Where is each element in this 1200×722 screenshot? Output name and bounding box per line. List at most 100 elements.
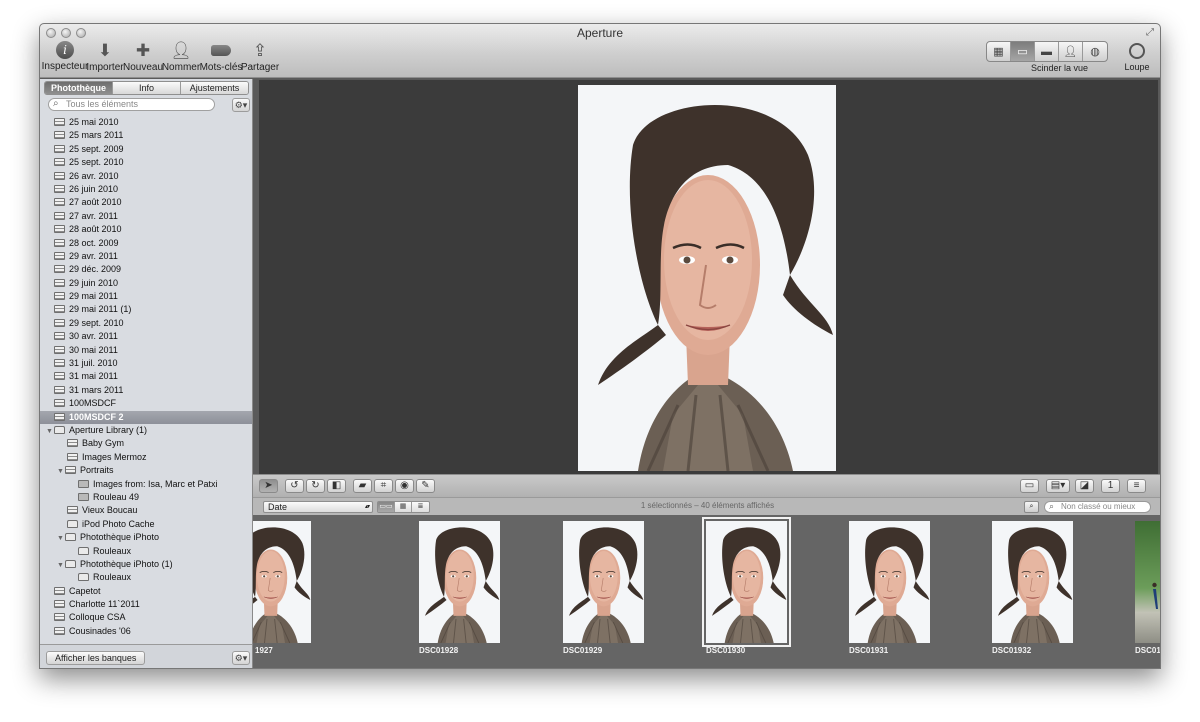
tree-item[interactable]: Charlotte 11`2011 — [40, 598, 252, 611]
project-icon — [54, 238, 65, 247]
tree-item[interactable]: 29 juin 2010 — [40, 277, 252, 290]
tree-item[interactable]: 29 déc. 2009 — [40, 263, 252, 276]
tree-item[interactable]: 30 avr. 2011 — [40, 330, 252, 343]
tree-item[interactable]: 30 mai 2011 — [40, 344, 252, 357]
tree-item[interactable]: 28 oct. 2009 — [40, 237, 252, 250]
fullscreen-icon[interactable]: ⤢ — [1146, 27, 1154, 38]
thumbnail[interactable] — [1135, 521, 1160, 643]
crop-icon[interactable]: ⌗ — [374, 479, 393, 493]
project-icon — [54, 198, 65, 207]
browser-view-options-icon[interactable]: ▤▾ — [1046, 479, 1070, 493]
tree-item[interactable]: iPod Photo Cache — [40, 518, 252, 531]
red-eye-icon[interactable]: ◉ — [395, 479, 414, 493]
tree-item[interactable]: ▼ Photothèque iPhoto — [40, 531, 252, 544]
tree-item-selected[interactable]: 100MSDCF 2 — [40, 410, 252, 424]
tree-item[interactable]: 25 mars 2011 — [40, 129, 252, 142]
tree-item[interactable]: Rouleaux — [40, 571, 252, 584]
thumbnail-selected[interactable] — [702, 517, 791, 647]
sidebar-tabs: Photothèque Info Ajustements — [44, 81, 249, 95]
grid-view-icon[interactable]: ▦ — [987, 42, 1011, 61]
single-view-icon[interactable]: 1 — [1101, 479, 1120, 493]
tree-item[interactable]: Baby Gym — [40, 437, 252, 450]
folder-icon — [67, 519, 78, 528]
tree-item[interactable]: 29 mai 2011 (1) — [40, 303, 252, 316]
project-icon — [54, 131, 65, 140]
photo-info-overlay-icon[interactable]: ▭ — [1020, 479, 1039, 493]
tree-item[interactable]: 29 sept. 2010 — [40, 317, 252, 330]
disclosure-triangle-icon[interactable]: ▼ — [56, 532, 65, 545]
project-icon — [54, 332, 65, 341]
tree-item[interactable]: Rouleau 49 — [40, 491, 252, 504]
tree-item[interactable]: Capetot — [40, 585, 252, 598]
tree-item[interactable]: Images Mermoz — [40, 451, 252, 464]
tree-item[interactable]: Rouleaux — [40, 545, 252, 558]
edit-toolstrip: ➤ ↺ ↻ ◧ ▰ ⌗ ◉ ✎ ▭ ▤▾ ◪ 1 ≡ — [253, 474, 1160, 497]
tree-item[interactable]: 27 août 2010 — [40, 196, 252, 209]
select-tool-icon[interactable]: ➤ — [259, 479, 278, 493]
folder-icon — [78, 546, 89, 555]
tree-item[interactable]: Images from: Isa, Marc et Patxi — [40, 478, 252, 491]
places-view-icon[interactable]: ◍ — [1083, 42, 1107, 61]
tree-item[interactable]: 25 sept. 2009 — [40, 143, 252, 156]
split-view-icon[interactable]: ▭ — [1011, 42, 1035, 61]
share-button[interactable]: ⇪ Partager — [232, 41, 288, 73]
tree-item[interactable]: 31 mai 2011 — [40, 370, 252, 383]
tree-item[interactable]: 25 mai 2010 — [40, 116, 252, 129]
thumbnail[interactable] — [253, 521, 311, 643]
tree-item[interactable]: 27 avr. 2011 — [40, 210, 252, 223]
project-icon — [54, 292, 65, 301]
show-banks-button[interactable]: Afficher les banques — [46, 651, 146, 665]
tree-item[interactable]: ▼ Aperture Library (1) — [40, 424, 252, 437]
tree-item[interactable]: 26 avr. 2010 — [40, 170, 252, 183]
tab-adjustments[interactable]: Ajustements — [181, 82, 248, 94]
project-icon — [54, 385, 65, 394]
split-view-label: Scinder la vue — [1030, 63, 1088, 73]
thumbnail-label: DSC01929 — [563, 646, 603, 655]
tab-info[interactable]: Info — [113, 82, 181, 94]
straighten-icon[interactable]: ▰ — [353, 479, 372, 493]
album-icon — [78, 479, 89, 488]
tree-item[interactable]: Colloque CSA — [40, 611, 252, 624]
tree-item[interactable]: 25 sept. 2010 — [40, 156, 252, 169]
library-sidebar: Photothèque Info Ajustements Tous les él… — [40, 79, 253, 668]
brush-icon[interactable]: ✎ — [416, 479, 435, 493]
disclosure-triangle-icon[interactable]: ▼ — [45, 425, 54, 438]
thumbnail-label: DSC01930 — [706, 646, 746, 655]
tree-item[interactable]: ▼ Photothèque iPhoto (1) — [40, 558, 252, 571]
thumbnail[interactable] — [419, 521, 500, 643]
metadata-overlay-icon[interactable]: ◪ — [1075, 479, 1094, 493]
disclosure-triangle-icon[interactable]: ▼ — [56, 559, 65, 572]
tree-item[interactable]: 29 mai 2011 — [40, 290, 252, 303]
faces-view-icon[interactable]: 👤︎ — [1059, 42, 1083, 61]
tree-item[interactable]: 26 juin 2010 — [40, 183, 252, 196]
disclosure-triangle-icon[interactable]: ▼ — [56, 465, 65, 478]
rotate-right-icon[interactable]: ↻ — [306, 479, 325, 493]
tree-item[interactable]: 28 août 2010 — [40, 223, 252, 236]
tree-item[interactable]: 31 juil. 2010 — [40, 357, 252, 370]
library-action-gear-icon[interactable]: ⚙▾ — [232, 98, 250, 112]
project-icon — [54, 278, 65, 287]
thumbnail[interactable] — [992, 521, 1073, 643]
viewer-only-icon[interactable]: ▬ — [1035, 42, 1059, 61]
main-photo[interactable] — [578, 85, 836, 471]
tree-item[interactable]: 100MSDCF — [40, 397, 252, 410]
project-icon — [54, 613, 65, 622]
loupe-button[interactable]: Loupe — [1122, 41, 1152, 72]
rating-filter-input[interactable]: Non classé ou mieux — [1044, 501, 1151, 513]
rotate-left-icon[interactable]: ↺ — [285, 479, 304, 493]
multi-view-icon[interactable]: ≡ — [1127, 479, 1146, 493]
thumbnail[interactable] — [563, 521, 644, 643]
tree-item[interactable]: 29 avr. 2011 — [40, 250, 252, 263]
tab-library[interactable]: Photothèque — [45, 82, 113, 94]
thumbnail[interactable] — [849, 521, 930, 643]
footer-gear-icon[interactable]: ⚙▾ — [232, 651, 250, 665]
share-icon: ⇪ — [252, 41, 268, 60]
tree-item[interactable]: Cousinades '06 — [40, 625, 252, 638]
library-search-input[interactable]: Tous les éléments — [48, 98, 215, 111]
lift-stamp-icon[interactable]: ◧ — [327, 479, 346, 493]
tree-item[interactable]: ▼ Portraits — [40, 464, 252, 477]
tree-item[interactable]: 31 mars 2011 — [40, 384, 252, 397]
tree-item[interactable]: Vieux Boucau — [40, 504, 252, 517]
sidebar-footer: Afficher les banques ⚙▾ — [40, 644, 252, 668]
filter-hud-icon[interactable]: ⌕ — [1024, 501, 1039, 513]
